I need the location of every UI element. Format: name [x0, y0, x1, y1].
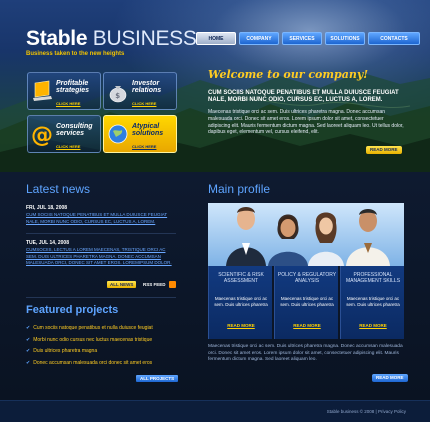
service-tile-consulting[interactable]: @ Consulting services CLICK HERE — [27, 115, 101, 153]
main-navigation: HOME COMPANY SERVICES SOLUTIONS CONTACTS — [196, 32, 420, 45]
featured-item[interactable]: ✔ Duis ultrices pharetra magna — [26, 348, 97, 354]
news-item-link[interactable]: CUMSOCIIS, LECTUS A LOREM MAECENAS, TRIS… — [26, 247, 176, 267]
check-icon: ✔ — [26, 325, 31, 331]
team-photo — [208, 203, 404, 266]
welcome-heading: Welcome to our company! — [208, 68, 369, 81]
logo-bold-text: Stable — [26, 27, 88, 50]
featured-projects-heading: Featured projects — [26, 304, 119, 316]
main-profile-heading: Main profile — [208, 182, 271, 196]
profile-read-more-button[interactable]: READ MORE — [372, 374, 408, 382]
news-divider — [26, 233, 176, 234]
nav-home[interactable]: HOME — [196, 32, 236, 45]
service-link[interactable]: CLICK HERE — [132, 144, 156, 149]
all-news-button[interactable]: ALL NEWS — [107, 281, 137, 288]
laptop-icon — [33, 80, 52, 101]
featured-item[interactable]: ✔ Donec accumsan malesuada orci donec sit… — [26, 360, 152, 366]
nav-contacts[interactable]: CONTACTS — [368, 32, 420, 45]
profile-column-title: SCIENTIFIC & RISK ASSESSMENT — [218, 272, 264, 284]
profile-column-title: PROFESSIONAL MANAGEMENT SKILLS — [345, 272, 401, 284]
copyright-text: Stable business © 2008 | — [326, 409, 377, 414]
service-tile-solutions[interactable]: Atypical solutions CLICK HERE — [103, 115, 177, 153]
service-title: Consulting services — [56, 123, 93, 137]
hero-banner: Stable BUSINESS Business taken to the ne… — [0, 0, 430, 172]
money-bag-icon: $ — [109, 86, 127, 103]
featured-item-text: Duis ultrices pharetra magna — [33, 348, 98, 354]
featured-item[interactable]: ✔ Morbi nunc odio cursus nec luctus maece… — [26, 337, 152, 343]
service-link[interactable]: CLICK HERE — [56, 101, 80, 106]
service-title: Atypical solutions — [132, 123, 164, 137]
profile-column-scientific: SCIENTIFIC & RISK ASSESSMENT Maecenas tr… — [208, 266, 272, 339]
profile-column-read-more[interactable]: READ MORE — [341, 323, 405, 328]
welcome-read-more-button[interactable]: READ MORE — [366, 146, 402, 154]
welcome-body-text: Maecenas tristique orci ac sem. Duis ult… — [208, 109, 404, 136]
globe-icon — [108, 124, 128, 144]
tagline: Business taken to the new heights — [26, 51, 125, 57]
team-photo-image — [208, 203, 404, 266]
service-tile-investor[interactable]: $ Investor relations CLICK HERE — [103, 72, 177, 110]
profile-column-read-more[interactable]: READ MORE — [209, 323, 273, 328]
profile-column-read-more[interactable]: READ MORE — [275, 323, 339, 328]
profile-column-policy: POLICY & REGULATORY ANALYSIS Maecenas tr… — [274, 266, 338, 339]
footer: Stable business © 2008 | Privacy Policy — [0, 400, 430, 422]
privacy-policy-link[interactable]: Privacy Policy — [378, 409, 406, 414]
service-link[interactable]: CLICK HERE — [56, 144, 80, 149]
footer-text: Stable business © 2008 | Privacy Policy — [327, 409, 406, 414]
profile-column-management: PROFESSIONAL MANAGEMENT SKILLS Maecenas … — [340, 266, 404, 339]
profile-column-text: Maecenas tristique orci ac sem. Duis ult… — [280, 296, 334, 307]
featured-item-text: Morbi nunc odio cursus nec luctus maecen… — [33, 337, 153, 343]
service-tile-strategies[interactable]: Profitable strategies CLICK HERE — [27, 72, 101, 110]
profile-column-text: Maecenas tristique orci ac sem. Duis ult… — [214, 296, 268, 307]
service-title: Investor relations — [132, 80, 162, 94]
check-icon: ✔ — [26, 337, 31, 343]
featured-item-text: Donec accumsan malesuada orci donec sit … — [33, 360, 153, 366]
news-date: TUE, JUL 14, 2008 — [26, 240, 69, 246]
service-link[interactable]: CLICK HERE — [132, 101, 156, 106]
all-projects-button[interactable]: ALL PROJECTS — [136, 375, 179, 382]
featured-item-text: Cum sociis natoque penatibus et nulla du… — [33, 325, 153, 331]
nav-services[interactable]: SERVICES — [282, 32, 322, 45]
rss-icon[interactable] — [169, 281, 176, 288]
svg-text:@: @ — [31, 123, 53, 148]
featured-item[interactable]: ✔ Cum sociis natoque penatibus et nulla d… — [26, 325, 153, 331]
rss-feed-link[interactable]: RSS FEED — [143, 281, 166, 288]
latest-news-heading: Latest news — [26, 182, 91, 196]
logo-light-text: BUSINESS — [92, 27, 197, 50]
profile-description: Maecenas tristique orci ac sem. Duis ult… — [208, 344, 403, 363]
nav-company[interactable]: COMPANY — [239, 32, 279, 45]
section-divider — [26, 297, 176, 298]
check-icon: ✔ — [26, 360, 31, 366]
site-logo[interactable]: Stable BUSINESS — [26, 27, 197, 51]
svg-text:$: $ — [115, 92, 120, 100]
nav-solutions[interactable]: SOLUTIONS — [325, 32, 365, 45]
profile-column-text: Maecenas tristique orci ac sem. Duis ult… — [346, 296, 400, 307]
check-icon: ✔ — [26, 348, 31, 354]
news-date: FRI, JUL 18, 2008 — [26, 205, 68, 211]
welcome-lead-text: CUM SOCIIS NATOQUE PENATIBUS ET MULLA DU… — [208, 90, 399, 103]
profile-column-title: POLICY & REGULATORY ANALYSIS — [277, 272, 337, 284]
at-sign-icon: @ — [31, 123, 53, 148]
service-title: Profitable strategies — [56, 80, 90, 94]
news-item-link[interactable]: CUM SOCIIS NATOQUE PENATIBUS ET MULLA DU… — [26, 212, 176, 225]
